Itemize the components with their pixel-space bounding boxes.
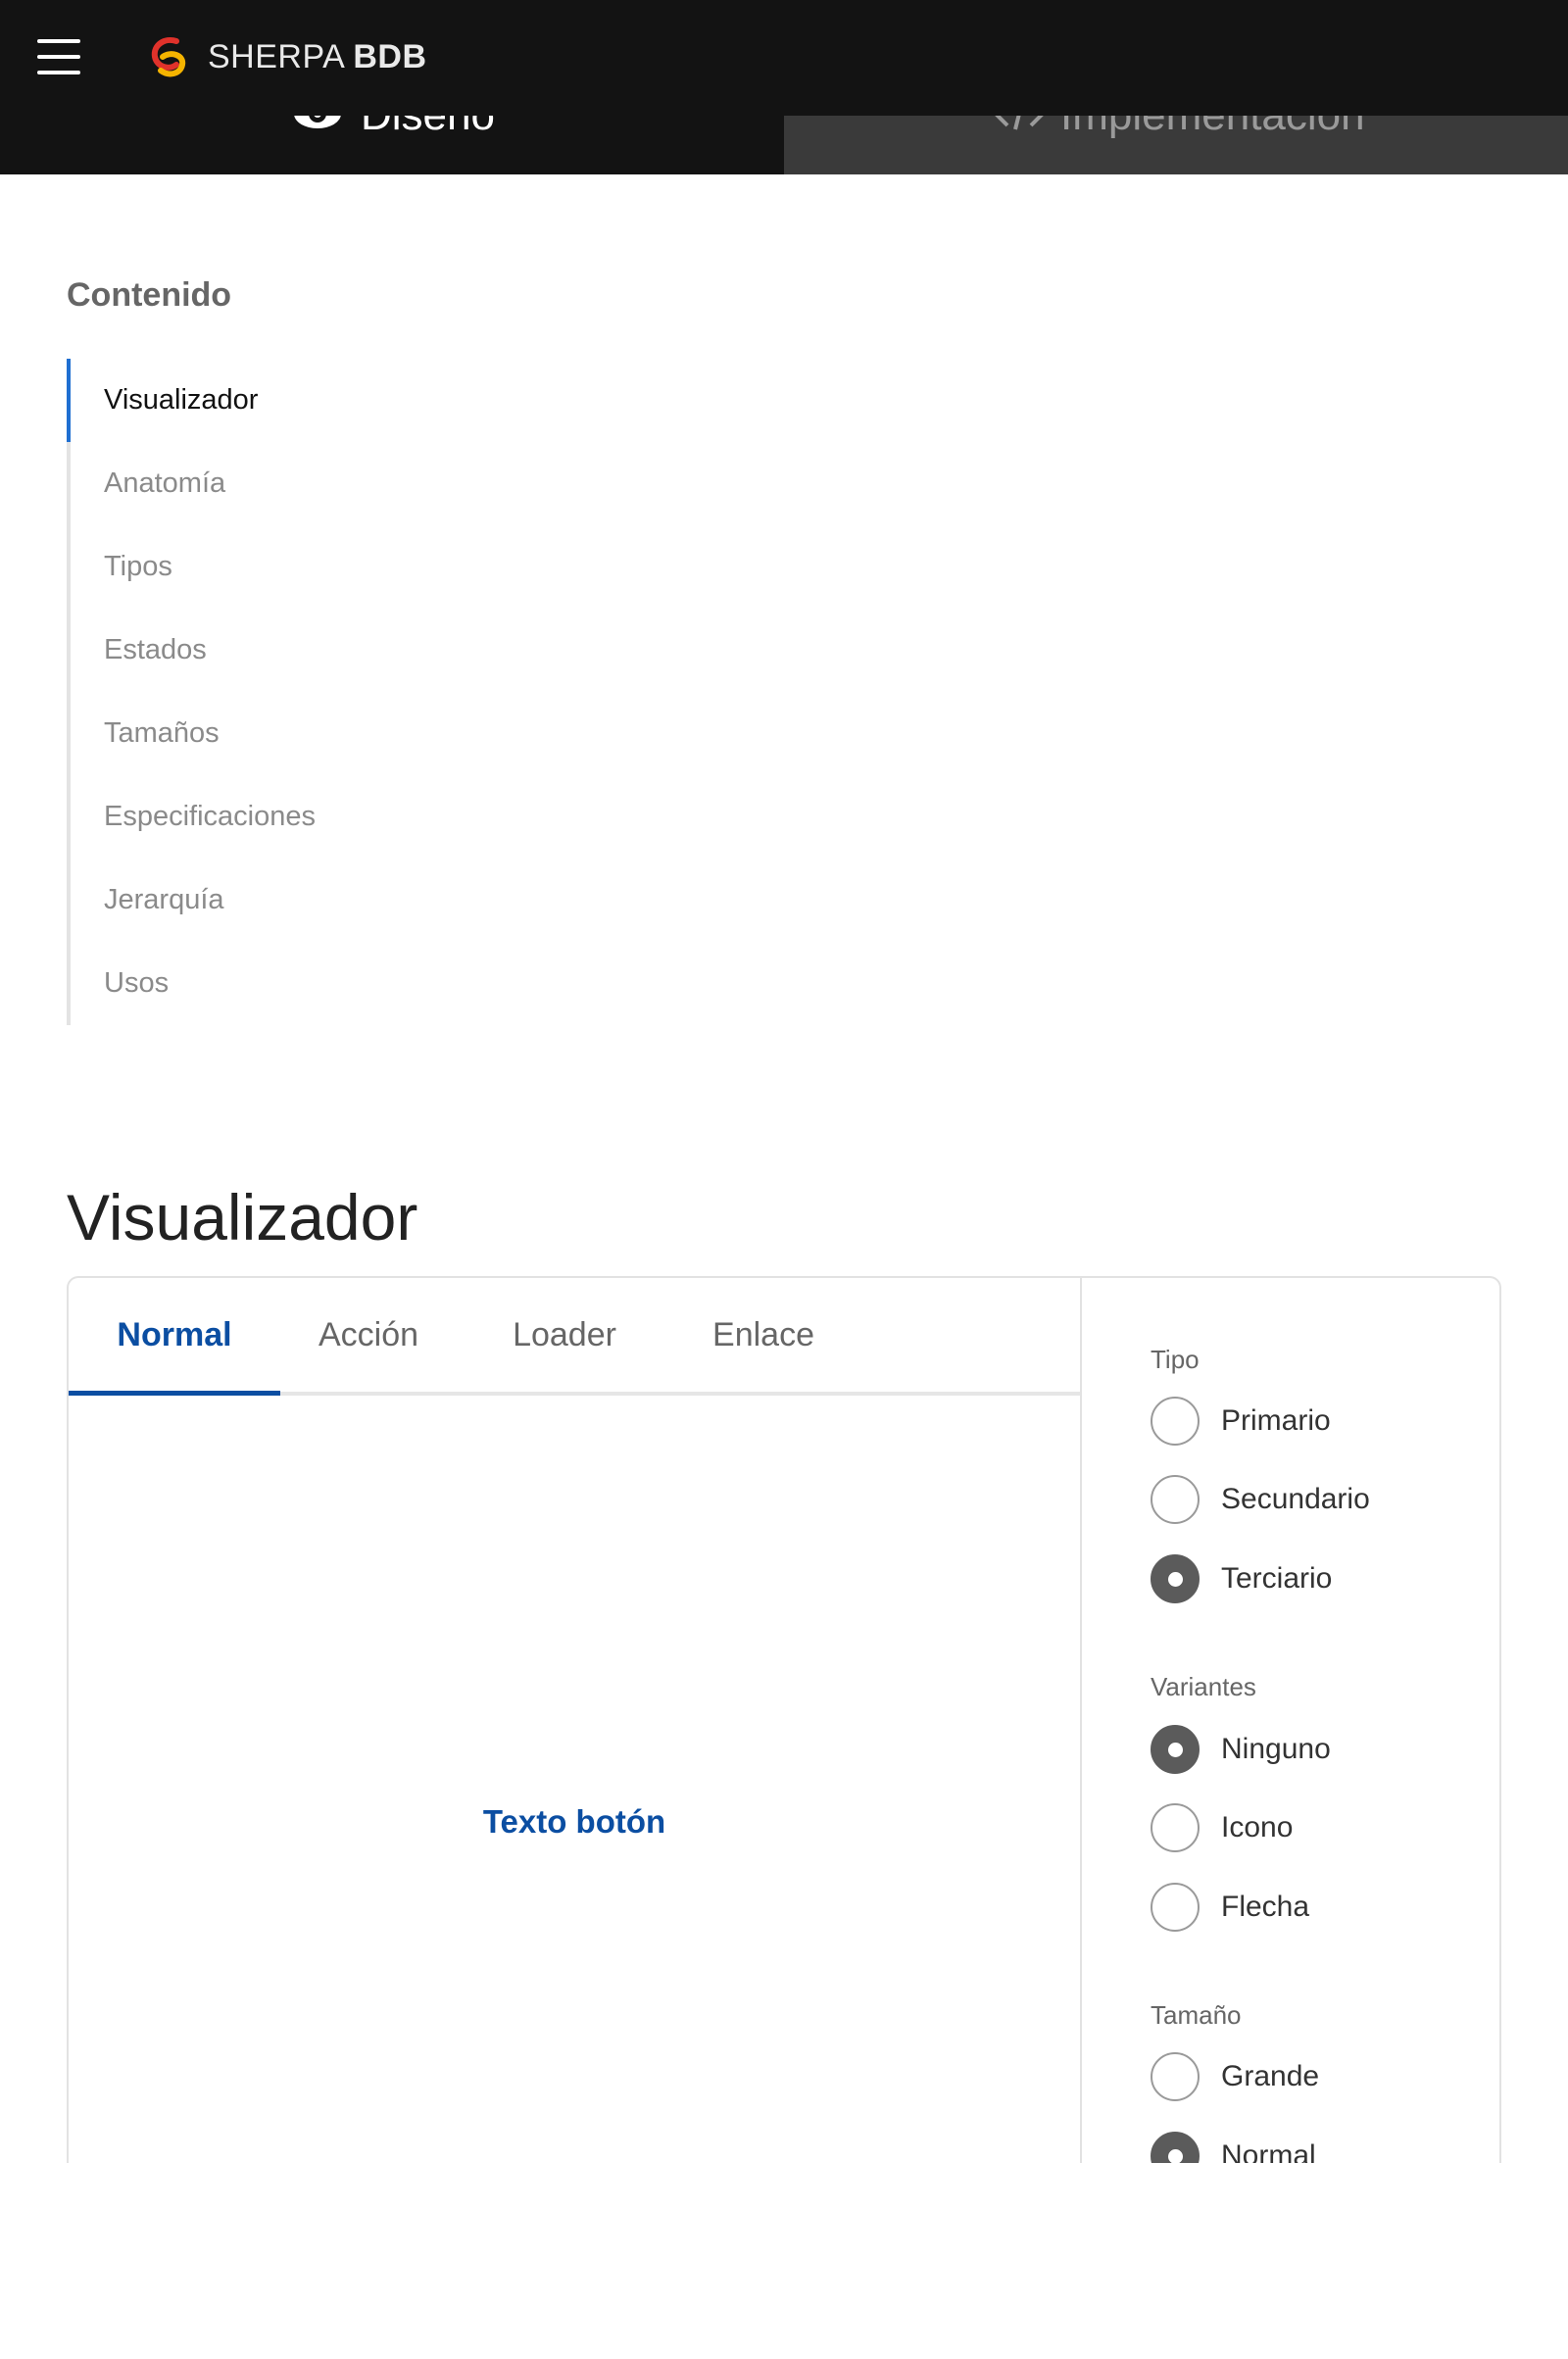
radio-label: Grande (1221, 2060, 1320, 2092)
radio-icono[interactable]: Icono (1151, 1800, 1293, 1855)
group-label-tamano: Tamaño (1151, 2000, 1242, 2030)
radio-circle-checked[interactable] (1151, 2132, 1200, 2163)
toc-title: Contenido (67, 276, 232, 314)
group-label-tipo: Tipo (1151, 1345, 1200, 1374)
tab-loader[interactable]: Loader (466, 1278, 662, 1392)
radio-normal[interactable]: Normal (1151, 2129, 1316, 2163)
radio-circle-checked[interactable] (1151, 1725, 1200, 1774)
section-title: Visualizador (67, 1181, 418, 1254)
viewer-preview-panel: Normal Acción Loader Enlace Texto botón (69, 1278, 1082, 2163)
radio-flecha[interactable]: Flecha (1151, 1880, 1309, 1935)
toc-item-usos[interactable]: Usos (71, 942, 561, 1025)
toc-item-visualizador[interactable]: Visualizador (67, 359, 561, 442)
radio-label: Secundario (1221, 1483, 1370, 1515)
tab-enlace[interactable]: Enlace (670, 1278, 857, 1392)
radio-label: Icono (1221, 1811, 1294, 1843)
viewer-options-panel: Tipo Primario Secundario Terciario Varia… (1151, 1278, 1474, 2163)
toc-item-especificaciones[interactable]: Especificaciones (71, 775, 561, 859)
brand-logo-icon[interactable] (147, 35, 190, 78)
toc-item-tipos[interactable]: Tipos (71, 525, 561, 609)
page-tabs: Diseño Implementación (0, 116, 1568, 174)
group-label-variantes: Variantes (1151, 1672, 1256, 1701)
radio-secundario[interactable]: Secundario (1151, 1472, 1370, 1527)
radio-circle[interactable] (1151, 1883, 1200, 1932)
radio-primario[interactable]: Primario (1151, 1394, 1331, 1449)
preview-tertiary-button[interactable]: Texto botón (69, 1803, 1080, 1841)
radio-label: Flecha (1221, 1891, 1310, 1923)
toc-item-anatomia[interactable]: Anatomía (71, 442, 561, 525)
toc-item-jerarquia[interactable]: Jerarquía (71, 859, 561, 942)
toc-item-tamanos[interactable]: Tamaños (71, 692, 561, 775)
toc-item-estados[interactable]: Estados (71, 609, 561, 692)
radio-label: Ninguno (1221, 1733, 1331, 1765)
toc-nav: Visualizador Anatomía Tipos Estados Tama… (67, 359, 561, 1025)
radio-label: Terciario (1221, 1562, 1333, 1595)
tab-diseno-label: Diseño (361, 116, 495, 141)
radio-circle[interactable] (1151, 2052, 1200, 2101)
eye-icon (294, 116, 341, 128)
radio-ninguno[interactable]: Ninguno (1151, 1722, 1331, 1777)
radio-circle[interactable] (1151, 1397, 1200, 1446)
app-header: SHERPA BDB (0, 0, 1568, 116)
radio-grande[interactable]: Grande (1151, 2049, 1319, 2104)
hamburger-menu-icon[interactable] (37, 39, 80, 74)
radio-circle[interactable] (1151, 1803, 1200, 1852)
viewer-tabs: Normal Acción Loader Enlace (69, 1278, 1080, 1396)
radio-label: Normal (1221, 2139, 1316, 2163)
tab-implementacion[interactable]: Implementación (784, 116, 1568, 174)
tab-diseno[interactable]: Diseño (0, 116, 784, 174)
brand-name-bold: BDB (353, 38, 427, 75)
code-icon (995, 116, 1044, 130)
component-viewer: Normal Acción Loader Enlace Texto botón … (67, 1276, 1501, 2163)
radio-circle-checked[interactable] (1151, 1554, 1200, 1603)
brand-name-light: SHERPA (208, 38, 344, 75)
brand-name[interactable]: SHERPA BDB (208, 35, 427, 78)
radio-circle[interactable] (1151, 1475, 1200, 1524)
radio-terciario[interactable]: Terciario (1151, 1551, 1332, 1606)
tab-implementacion-label: Implementación (1060, 116, 1365, 141)
tab-normal[interactable]: Normal (69, 1278, 280, 1396)
tab-accion[interactable]: Acción (280, 1278, 457, 1392)
radio-label: Primario (1221, 1404, 1331, 1437)
